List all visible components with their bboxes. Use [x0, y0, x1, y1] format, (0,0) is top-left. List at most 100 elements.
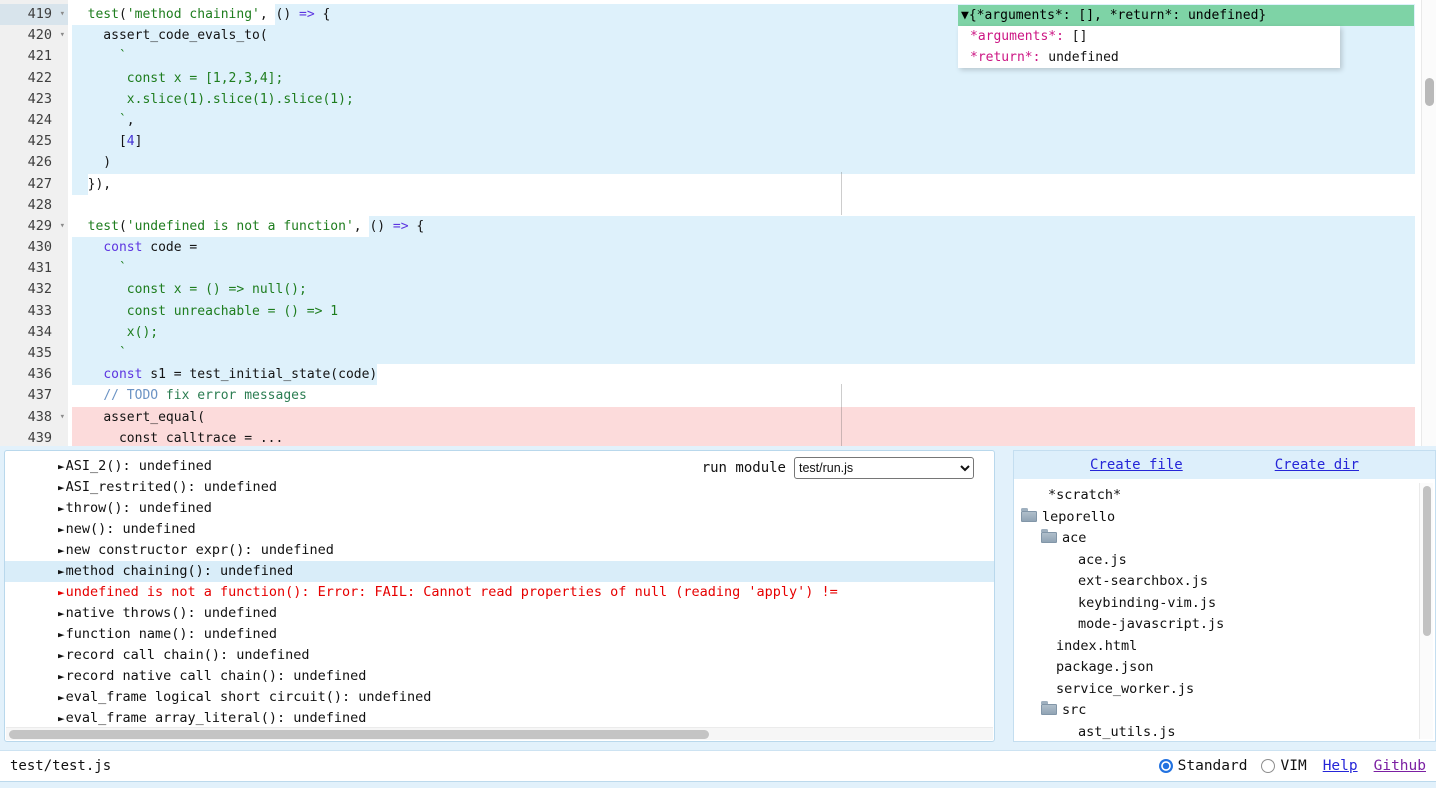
test-result-item[interactable]: ►throw(): undefined — [5, 498, 994, 519]
line-number[interactable]: 428 — [0, 195, 68, 216]
run-module-select[interactable]: test/run.js — [794, 457, 974, 479]
line-number[interactable]: 432 — [0, 279, 68, 300]
line-number[interactable]: 419▾ — [0, 4, 68, 25]
mode-option-standard[interactable]: Standard — [1159, 758, 1248, 774]
expand-arrow-icon[interactable]: ► — [58, 502, 65, 515]
help-link[interactable]: Help — [1323, 758, 1358, 774]
test-result-item[interactable]: ►new(): undefined — [5, 519, 994, 540]
line-number[interactable]: 423 — [0, 89, 68, 110]
test-result-item[interactable]: ►undefined is not a function(): Error: F… — [5, 582, 994, 603]
expand-arrow-icon[interactable]: ► — [58, 649, 65, 662]
tree-file[interactable]: mode-javascript.js — [1014, 614, 1435, 636]
tree-file[interactable]: keybinding-vim.js — [1014, 593, 1435, 615]
tree-folder[interactable]: src — [1014, 700, 1435, 722]
mode-option-vim[interactable]: VIM — [1261, 758, 1306, 774]
expand-arrow-icon[interactable]: ► — [58, 460, 65, 473]
test-result-item[interactable]: ►ASI_restrited(): undefined — [5, 477, 994, 498]
file-tree-scrollbar-thumb[interactable] — [1423, 486, 1431, 636]
code-line[interactable]: `, — [68, 110, 1436, 131]
editor-vertical-scrollbar[interactable] — [1421, 0, 1436, 446]
line-number[interactable]: 438▾ — [0, 407, 68, 428]
test-result-item[interactable]: ►eval_frame array_literal(): undefined — [5, 708, 994, 729]
tree-file[interactable]: ace.js — [1014, 550, 1435, 572]
line-number[interactable]: 437 — [0, 385, 68, 406]
tree-file[interactable]: *scratch* — [1014, 485, 1435, 507]
code-line[interactable]: x.slice(1).slice(1).slice(1); — [68, 89, 1436, 110]
expand-arrow-icon[interactable]: ► — [58, 670, 65, 683]
code-line[interactable]: x(); — [68, 322, 1436, 343]
line-number[interactable]: 422 — [0, 68, 68, 89]
code-line[interactable]: const s1 = test_initial_state(code) — [68, 364, 1436, 385]
fold-arrow-icon[interactable]: ▾ — [60, 4, 65, 25]
line-number[interactable]: 433 — [0, 301, 68, 322]
line-number[interactable]: 420▾ — [0, 25, 68, 46]
expand-arrow-icon[interactable]: ► — [58, 607, 65, 620]
line-number[interactable]: 434 — [0, 322, 68, 343]
tree-folder[interactable]: ace — [1014, 528, 1435, 550]
line-number[interactable]: 426 — [0, 152, 68, 173]
code-line[interactable]: test('undefined is not a function', () =… — [68, 216, 1436, 237]
value-inspector-row[interactable]: *return*: undefined — [958, 47, 1340, 68]
radio-unselected-icon[interactable] — [1261, 759, 1275, 773]
line-number[interactable]: 430 — [0, 237, 68, 258]
code-line[interactable]: }), — [68, 174, 1436, 195]
code-line[interactable]: // TODO fix error messages — [68, 385, 1436, 406]
test-result-item[interactable]: ►record call chain(): undefined — [5, 645, 994, 666]
test-result-item[interactable]: ►record native call chain(): undefined — [5, 666, 994, 687]
output-scrollbar-thumb[interactable] — [9, 730, 709, 739]
test-result-item[interactable]: ►function name(): undefined — [5, 624, 994, 645]
tree-file[interactable]: service_worker.js — [1014, 679, 1435, 701]
code-line[interactable]: assert_equal( — [68, 407, 1436, 428]
fold-arrow-icon[interactable]: ▾ — [60, 25, 65, 46]
expand-arrow-icon[interactable]: ► — [58, 691, 65, 704]
expand-arrow-icon[interactable]: ► — [58, 586, 65, 599]
tree-file[interactable]: ast_utils.js — [1014, 722, 1435, 743]
code-line[interactable] — [68, 195, 1436, 216]
code-line[interactable]: ` — [68, 343, 1436, 364]
code-line[interactable]: const unreachable = () => 1 — [68, 301, 1436, 322]
github-link[interactable]: Github — [1374, 758, 1426, 774]
output-horizontal-scrollbar[interactable] — [6, 727, 993, 740]
editor-gutter[interactable]: 419▾420▾421422423424425426427428429▾4304… — [0, 0, 68, 446]
test-result-item[interactable]: ►native throws(): undefined — [5, 603, 994, 624]
value-inspector-body[interactable]: *arguments*: []*return*: undefined — [958, 26, 1340, 68]
expand-arrow-icon[interactable]: ► — [58, 712, 65, 725]
code-line[interactable]: [4] — [68, 131, 1436, 152]
tree-file[interactable]: ext-searchbox.js — [1014, 571, 1435, 593]
create-dir-link[interactable]: Create dir — [1275, 457, 1359, 473]
line-number[interactable]: 436 — [0, 364, 68, 385]
expand-arrow-icon[interactable]: ► — [58, 523, 65, 536]
code-line[interactable]: ) — [68, 152, 1436, 173]
line-number[interactable]: 425 — [0, 131, 68, 152]
line-number[interactable]: 431 — [0, 258, 68, 279]
value-inspector-row[interactable]: *arguments*: [] — [958, 26, 1340, 47]
line-number[interactable]: 439 — [0, 428, 68, 446]
create-file-link[interactable]: Create file — [1090, 457, 1183, 473]
file-tree-scrollbar[interactable] — [1419, 483, 1433, 739]
line-number[interactable]: 435 — [0, 343, 68, 364]
code-line[interactable]: const code = — [68, 237, 1436, 258]
tree-folder[interactable]: leporello — [1014, 507, 1435, 529]
expand-arrow-icon[interactable]: ► — [58, 628, 65, 641]
code-line[interactable]: const x = () => null(); — [68, 279, 1436, 300]
code-editor[interactable]: 419▾420▾421422423424425426427428429▾4304… — [0, 0, 1436, 446]
tree-file[interactable]: package.json — [1014, 657, 1435, 679]
tree-file[interactable]: index.html — [1014, 636, 1435, 658]
code-line[interactable]: const calltrace = ... — [68, 428, 1436, 446]
expand-arrow-icon[interactable]: ► — [58, 565, 65, 578]
fold-arrow-icon[interactable]: ▾ — [60, 407, 65, 428]
code-line[interactable]: ` — [68, 258, 1436, 279]
line-number[interactable]: 421 — [0, 46, 68, 67]
line-number[interactable]: 424 — [0, 110, 68, 131]
line-number[interactable]: 429▾ — [0, 216, 68, 237]
editor-scrollbar-thumb[interactable] — [1425, 78, 1434, 106]
test-result-item[interactable]: ►method chaining(): undefined — [5, 561, 994, 582]
code-line[interactable]: const x = [1,2,3,4]; — [68, 68, 1436, 89]
value-inspector-header[interactable]: ▼{*arguments*: [], *return*: undefined} — [958, 5, 1414, 26]
line-number[interactable]: 427 — [0, 174, 68, 195]
radio-selected-icon[interactable] — [1159, 759, 1173, 773]
fold-arrow-icon[interactable]: ▾ — [60, 216, 65, 237]
expand-arrow-icon[interactable]: ► — [58, 544, 65, 557]
test-result-item[interactable]: ►eval_frame logical short circuit(): und… — [5, 687, 994, 708]
expand-arrow-icon[interactable]: ► — [58, 481, 65, 494]
